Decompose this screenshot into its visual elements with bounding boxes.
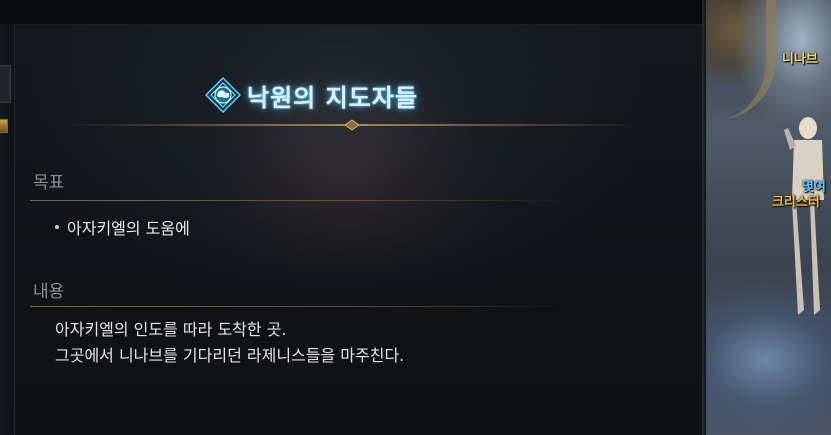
bullet-icon xyxy=(55,225,59,229)
objective-divider xyxy=(30,200,570,201)
content-heading: 내용 xyxy=(33,282,65,302)
scene-architecture xyxy=(706,0,776,120)
game-world-view[interactable]: 니나브 몇여 크리스터 xyxy=(706,0,831,435)
objective-heading: 목표 xyxy=(33,173,65,193)
left-panel-marker[interactable] xyxy=(0,119,8,133)
content-line-2: 그곳에서 니나브를 기다리던 라제니스들을 마주친다. xyxy=(55,346,405,365)
left-side-panel xyxy=(0,24,15,435)
left-panel-tab[interactable] xyxy=(0,65,11,103)
content-line-1: 아자키엘의 인도를 따라 도착한 곳. xyxy=(55,320,287,339)
quest-title: 낙원의 지도자들 xyxy=(247,83,418,112)
objective-item: 아자키엘의 도움에 xyxy=(55,215,190,239)
globe-quest-icon xyxy=(205,77,241,113)
objective-text: 아자키엘의 도움에 xyxy=(67,219,190,238)
panel-background-ornament xyxy=(185,25,505,285)
npc-name-label: 니나브 xyxy=(782,52,818,67)
top-bar xyxy=(0,0,705,25)
quest-detail-panel: 낙원의 지도자들 목표 아자키엘의 도움에 내용 아자키엘의 인도를 따라 도착… xyxy=(15,25,702,435)
quest-title-row: 낙원의 지도자들 xyxy=(205,75,418,115)
content-divider xyxy=(30,306,570,307)
npc-name-label-2: 크리스터 xyxy=(772,195,820,210)
npc-character[interactable] xyxy=(784,110,826,320)
title-ornament-icon xyxy=(337,119,367,131)
